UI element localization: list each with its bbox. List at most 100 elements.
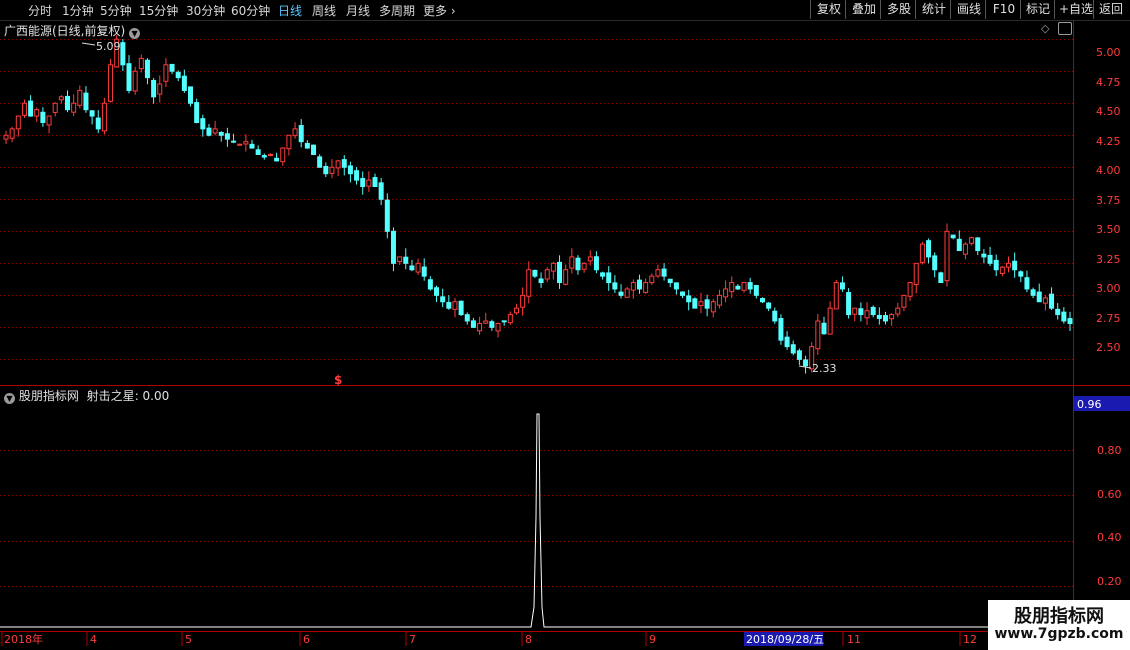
candle-body (151, 79, 157, 98)
price-tick: 3.25 (1096, 253, 1121, 266)
candle-body (83, 92, 89, 111)
candle-body (52, 102, 58, 113)
candle-body (624, 288, 630, 298)
candle-body (89, 110, 95, 117)
candle-body (495, 323, 501, 332)
indicator-line (0, 413, 1073, 628)
candle-body (661, 268, 667, 277)
kline-chart[interactable]: 5.09 2.33 $ 5.00 4.75 4.50 4.25 4.00 3.7… (0, 0, 1130, 650)
candle-body (895, 307, 901, 315)
candle-body (341, 159, 347, 168)
candle-body (446, 302, 452, 309)
time-label: 6 (303, 633, 310, 646)
candle-body (716, 294, 722, 306)
price-tick: 3.00 (1096, 282, 1121, 295)
candle-body (34, 109, 40, 117)
candle-body (427, 279, 433, 290)
candle-body (532, 269, 538, 277)
candle-body (513, 307, 519, 314)
candle-body (372, 177, 378, 187)
candle-body (188, 86, 194, 104)
candle-body (243, 141, 249, 145)
candle-body (126, 63, 132, 91)
candle-body (138, 57, 144, 70)
candle-body (1018, 271, 1024, 277)
candle-body (587, 256, 593, 262)
candle-body (710, 301, 716, 313)
candle-body (723, 288, 729, 298)
candle-body (882, 315, 888, 322)
candle-body (286, 134, 292, 150)
candle-body (206, 127, 212, 136)
candle-body (163, 64, 169, 82)
candle-body (1012, 260, 1018, 271)
candle-body (464, 314, 470, 322)
candle-body (329, 166, 335, 174)
candle-body (544, 269, 550, 280)
candle-body (255, 149, 261, 155)
time-label: 2018年 (4, 632, 43, 646)
time-label: 5 (185, 633, 192, 646)
watermark-title: 股朋指标网 (1014, 606, 1104, 627)
candle-body (858, 308, 864, 316)
candle-body (833, 282, 839, 310)
candle-body (643, 282, 649, 293)
candle-body (926, 240, 932, 258)
candle-body (415, 262, 421, 273)
candle-body (784, 336, 790, 348)
candle-body (698, 301, 704, 307)
candle-body (876, 314, 882, 319)
dividend-marker: $ (334, 373, 342, 387)
candle-body (766, 302, 772, 309)
candle-body (987, 254, 993, 264)
candle-body (46, 115, 52, 126)
candle-body (1067, 318, 1073, 325)
candle-body (759, 298, 765, 303)
candle-body (913, 262, 919, 286)
candle-body (304, 142, 310, 149)
candle-body (409, 265, 415, 271)
candle-body (267, 153, 273, 156)
candle-body (581, 262, 587, 270)
price-tick: 5.00 (1096, 46, 1121, 59)
candle-body (692, 298, 698, 309)
candle-body (28, 100, 34, 117)
candle-body (932, 255, 938, 271)
candle-body (618, 291, 624, 296)
candle-body (366, 179, 372, 187)
candle-body (101, 102, 107, 132)
candle-body (237, 143, 243, 146)
candle-body (200, 118, 206, 130)
candle-body (434, 287, 440, 296)
candle-body (95, 117, 101, 130)
candle-body (901, 294, 907, 308)
candle-body (1049, 293, 1055, 309)
indicator-tick: 0.60 (1097, 488, 1122, 501)
candle-body (231, 140, 237, 143)
candle-body (224, 133, 230, 140)
candle-body (870, 306, 876, 316)
candle-body (796, 350, 802, 360)
candle-body (477, 323, 483, 332)
candle-body (612, 282, 618, 290)
watermark-url: www.7gpzb.com (994, 626, 1124, 642)
candle-body (335, 160, 341, 169)
candle-body (889, 314, 895, 320)
cursor-date-label: 2018/09/28/五 (746, 633, 824, 646)
candle-body (956, 238, 962, 252)
price-tick: 4.50 (1096, 105, 1121, 118)
price-tick: 4.00 (1096, 164, 1121, 177)
candle-body (606, 272, 612, 284)
candle-body (1036, 291, 1042, 303)
candle-body (108, 64, 114, 102)
price-tick: 4.75 (1096, 76, 1121, 89)
candle-body (1061, 311, 1067, 322)
candle-body (483, 320, 489, 324)
high-label-pointer (81, 42, 96, 46)
candle-body (384, 199, 390, 232)
candle-body (815, 320, 821, 350)
candle-body (975, 237, 981, 252)
candle-body (3, 134, 9, 140)
time-label: 8 (525, 633, 532, 646)
candle-body (526, 269, 532, 297)
